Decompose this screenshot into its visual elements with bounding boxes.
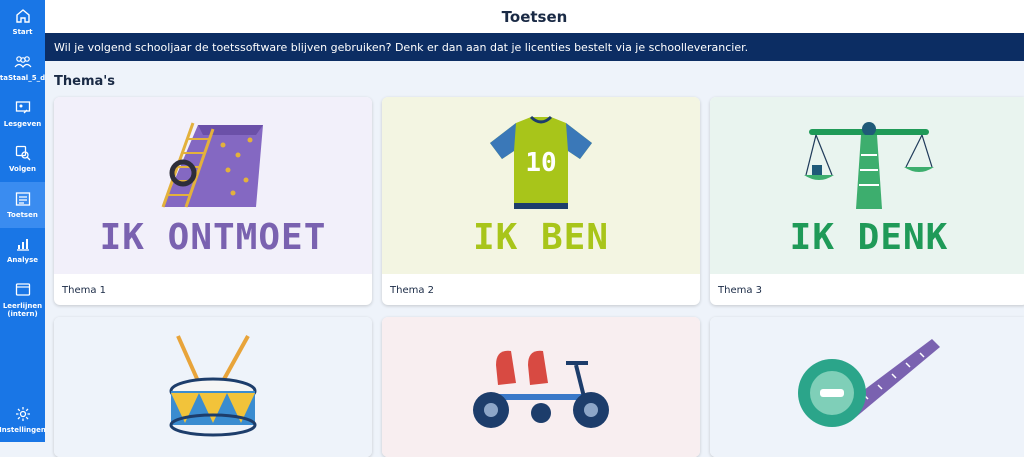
card-art-title: IK ONTMOET <box>99 217 327 258</box>
sidebar-item-toetsen[interactable]: Toetsen <box>0 182 45 228</box>
card-art <box>382 317 700 457</box>
drum-illustration <box>169 335 257 437</box>
tape-measure-illustration <box>798 339 940 427</box>
chart-icon <box>13 234 33 254</box>
sidebar: Start taStaal_5_d Lesgeven Volgen Toetse… <box>0 0 46 442</box>
football-shirt-illustration: 10 <box>490 115 592 209</box>
group-icon <box>13 52 33 72</box>
page-header: Toetsen <box>45 0 1024 33</box>
section-title: Thema's <box>54 74 115 89</box>
card-art <box>54 317 372 457</box>
gear-icon <box>13 404 33 424</box>
climbing-frame-illustration <box>161 122 263 208</box>
sidebar-item-label: Lesgeven <box>3 120 42 128</box>
theme-card-1[interactable]: IK ONTMOET Thema 1 <box>54 97 372 305</box>
theme-card-2[interactable]: 10 IK BEN Thema 2 <box>382 97 700 305</box>
sidebar-item-label: taStaal_5_d <box>0 74 46 82</box>
card-art-title: IK BEN <box>472 217 610 258</box>
test-list-icon <box>13 189 33 209</box>
sidebar-item-leerlijnen[interactable]: Leerlijnen (intern) <box>0 280 45 324</box>
page-title: Toetsen <box>501 7 568 26</box>
sidebar-item-label: Leerlijnen (intern) <box>2 302 43 318</box>
sidebar-item-class[interactable]: taStaal_5_d <box>0 52 45 88</box>
balance-scale-illustration <box>804 122 934 209</box>
sidebar-item-start[interactable]: Start <box>0 6 45 42</box>
theme-card-6[interactable] <box>710 317 1024 457</box>
card-art-title: IK DENK <box>789 217 949 258</box>
sidebar-item-analyse[interactable]: Analyse <box>0 234 45 270</box>
theme-card-4[interactable] <box>54 317 372 457</box>
svg-text:10: 10 <box>525 148 556 178</box>
track-icon <box>13 143 33 163</box>
sidebar-item-lesgeven[interactable]: Lesgeven <box>0 98 45 134</box>
license-notice-banner: Wil je volgend schooljaar de toetssoftwa… <box>45 33 1024 61</box>
theme-card-5[interactable] <box>382 317 700 457</box>
theme-card-3[interactable]: IK DENK Thema 3 <box>710 97 1024 305</box>
presentation-icon <box>13 98 33 118</box>
card-art: 10 IK BEN <box>382 97 700 274</box>
card-art: IK DENK <box>710 97 1024 274</box>
card-caption: Thema 2 <box>390 285 435 296</box>
banner-text: Wil je volgend schooljaar de toetssoftwa… <box>54 40 749 54</box>
card-caption: Thema 3 <box>718 285 763 296</box>
pedal-car-illustration <box>473 350 609 428</box>
card-caption: Thema 1 <box>62 285 107 296</box>
learning-path-icon <box>13 280 33 300</box>
home-icon <box>13 6 33 26</box>
sidebar-item-label: Toetsen <box>7 211 38 219</box>
card-art <box>710 317 1024 457</box>
sidebar-item-volgen[interactable]: Volgen <box>0 143 45 179</box>
sidebar-item-label: Analyse <box>6 256 38 264</box>
sidebar-item-label: Start <box>12 28 33 36</box>
sidebar-item-label: Instellingen <box>0 426 46 434</box>
card-art: IK ONTMOET <box>54 97 372 274</box>
sidebar-item-label: Volgen <box>9 165 36 173</box>
sidebar-item-instellingen[interactable]: Instellingen <box>0 404 46 440</box>
